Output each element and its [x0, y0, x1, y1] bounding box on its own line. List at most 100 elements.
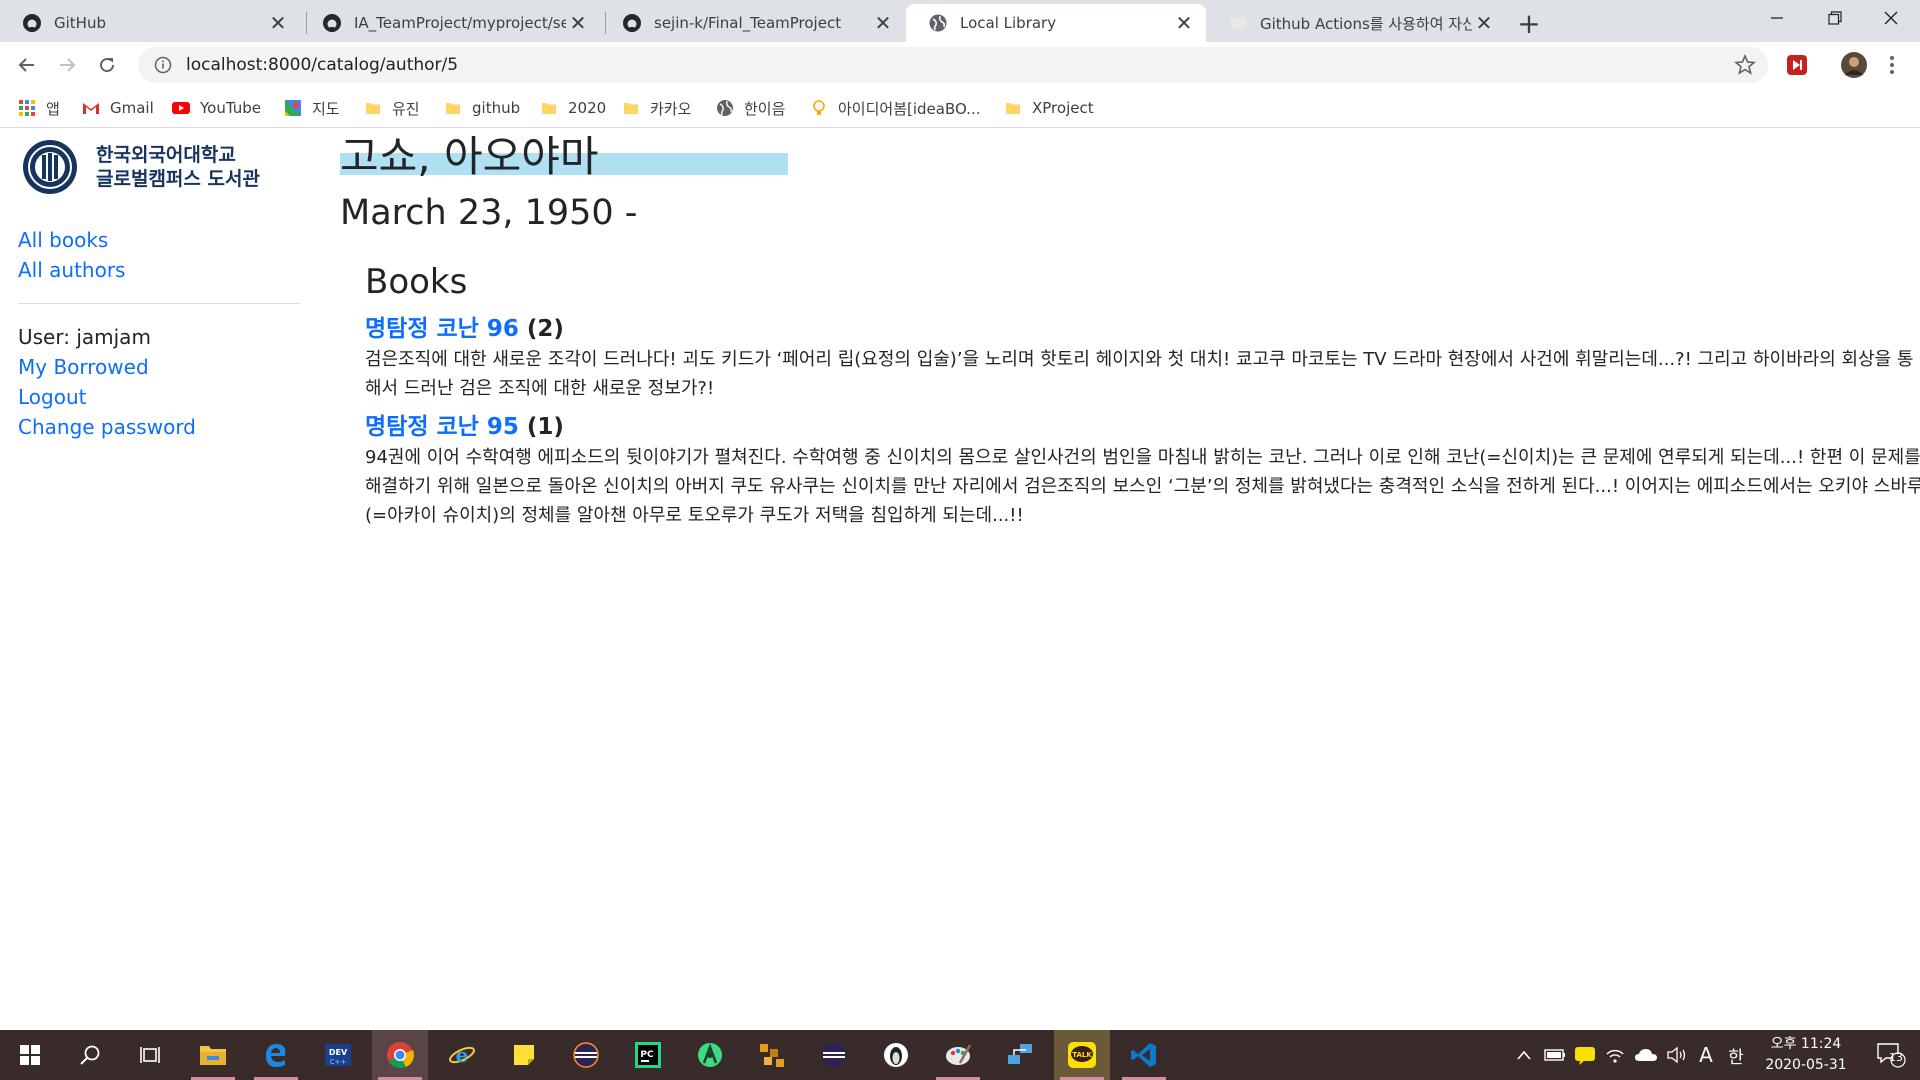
back-button[interactable] [12, 50, 42, 80]
bookmark-folder-2020[interactable]: 2020 [540, 96, 606, 120]
show-hidden-icons-button[interactable] [1510, 1030, 1538, 1080]
taskbar-remote-desktop[interactable] [992, 1030, 1048, 1080]
folder-icon [542, 103, 556, 114]
penguin-icon [884, 1043, 908, 1067]
taskbar-android-studio[interactable] [682, 1030, 738, 1080]
taskbar-clock[interactable]: 오후 11:24 2020-05-31 [1756, 1034, 1856, 1076]
taskbar-file-explorer[interactable] [185, 1030, 241, 1080]
folder-icon [624, 103, 638, 114]
edge-icon [266, 1044, 286, 1067]
globe-icon [928, 13, 948, 33]
taskbar-eclipse[interactable] [558, 1030, 614, 1080]
all-books-link[interactable]: All books [18, 225, 300, 255]
svg-text:C++: C++ [330, 1058, 347, 1066]
taskbar-vscode[interactable] [1116, 1030, 1172, 1080]
tab-ia-teamproject[interactable]: IA_TeamProject/myproject/searc ✕ [300, 4, 600, 42]
logout-link[interactable]: Logout [18, 382, 300, 412]
bookmark-apps[interactable]: 앱 [18, 96, 60, 120]
taskbar-penguin-app[interactable] [868, 1030, 924, 1080]
forward-button[interactable] [52, 50, 82, 80]
bookmark-folder-github[interactable]: github [444, 96, 520, 120]
tab-final-teamproject[interactable]: sejin-k/Final_TeamProject ✕ [600, 4, 905, 42]
bookmark-haneum[interactable]: 한이음 [716, 96, 785, 120]
bookmark-youtube[interactable]: YouTube [172, 96, 261, 120]
book-copy-count: (1) [526, 414, 564, 440]
profile-avatar[interactable] [1840, 51, 1868, 79]
volume-tray[interactable] [1662, 1030, 1692, 1080]
info-icon[interactable] [154, 56, 172, 74]
forward-arrow-icon [60, 58, 76, 72]
book-summary: 94권에 이어 수학여행 에피소드의 뒷이야기가 펼쳐진다. 수학여행 중 신이… [365, 447, 1920, 526]
books-heading: Books [365, 262, 468, 302]
bookmark-folder-xproject[interactable]: XProject [1004, 96, 1094, 120]
tab-github-actions[interactable]: Github Actions를 사용하여 자신 ✕ [1206, 4, 1506, 42]
tab-title: IA_TeamProject/myproject/searc [354, 14, 566, 32]
speaker-icon [1667, 1046, 1686, 1064]
logo-line-2: 글로벌캠퍼스 도서관 [96, 168, 260, 190]
file-explorer-icon [200, 1046, 226, 1065]
close-tab-icon[interactable]: ✕ [566, 11, 590, 35]
taskbar-paint[interactable] [930, 1030, 986, 1080]
task-view-button[interactable] [122, 1030, 178, 1080]
taskbar-edge[interactable] [248, 1030, 304, 1080]
book-title-link[interactable]: 명탐정 코난 96 [365, 316, 519, 342]
bookmark-maps[interactable]: 지도 [284, 96, 340, 120]
page-content: 한국외국어대학교 글로벌캠퍼스 도서관 All books All author… [0, 129, 1920, 1030]
taskbar-sticky-notes[interactable] [496, 1030, 552, 1080]
extension-icon[interactable] [1785, 53, 1809, 77]
close-tab-icon[interactable]: ✕ [1472, 11, 1496, 35]
windows-logo-icon [20, 1045, 40, 1065]
taskbar-pycharm[interactable]: PC [620, 1030, 676, 1080]
change-password-link[interactable]: Change password [18, 412, 300, 442]
maps-icon [285, 100, 301, 116]
all-authors-link[interactable]: All authors [18, 255, 300, 285]
close-tab-icon[interactable]: ✕ [871, 11, 895, 35]
tab-github[interactable]: GitHub ✕ [0, 4, 300, 42]
chevron-up-icon [1517, 1050, 1531, 1060]
bookmark-label: 유진 [392, 99, 420, 118]
ime-language-indicator[interactable]: A [1692, 1030, 1720, 1080]
battery-tray[interactable] [1540, 1030, 1570, 1080]
taskbar-app-boxes[interactable] [744, 1030, 800, 1080]
tab-title: sejin-k/Final_TeamProject [654, 14, 842, 32]
bookmark-folder-yujin[interactable]: 유진 [364, 96, 420, 120]
bookmark-gmail[interactable]: Gmail [82, 96, 154, 120]
books-section: Books 명탐정 코난 96 (2) 검은조직에 대한 새로운 조각이 드러나… [365, 259, 1920, 530]
menu-kebab-icon[interactable] [1882, 53, 1902, 77]
new-tab-button[interactable]: + [1514, 7, 1544, 40]
taskbar-kakaotalk[interactable]: TALK [1054, 1030, 1110, 1080]
minimize-icon[interactable] [1748, 0, 1806, 36]
restore-icon[interactable] [1806, 0, 1864, 36]
action-center-button[interactable]: 13 [1866, 1030, 1916, 1080]
sidebar-divider [18, 303, 300, 304]
taskbar-devcpp[interactable]: DEV C++ [310, 1030, 366, 1080]
book-summary: 검은조직에 대한 새로운 조각이 드러나다! 괴도 키드가 ‘페어리 립(요정의… [365, 349, 1914, 399]
ime-mode-indicator[interactable]: 한 [1722, 1030, 1750, 1080]
bookmark-label: 2020 [568, 99, 607, 117]
cloud-icon [1635, 1049, 1657, 1061]
android-studio-icon [698, 1043, 722, 1067]
taskbar-internet-explorer[interactable]: e [434, 1030, 490, 1080]
bookmark-folder-kakao[interactable]: 카카오 [622, 96, 691, 120]
close-tab-icon[interactable]: ✕ [1172, 11, 1196, 35]
reload-button[interactable] [92, 50, 122, 80]
chat-bubble-icon [1575, 1047, 1595, 1065]
book-title-link[interactable]: 명탐정 코난 95 [365, 414, 519, 440]
my-borrowed-link[interactable]: My Borrowed [18, 352, 300, 382]
wifi-tray[interactable] [1600, 1030, 1630, 1080]
close-tab-icon[interactable]: ✕ [266, 11, 290, 35]
taskbar-chrome[interactable] [372, 1030, 428, 1080]
bookmark-star-icon[interactable] [1734, 54, 1756, 76]
search-button[interactable] [62, 1030, 118, 1080]
kakao-tray[interactable] [1570, 1030, 1600, 1080]
library-logo[interactable]: 한국외국어대학교 글로벌캠퍼스 도서관 [18, 137, 300, 197]
taskbar-eclipse-2[interactable] [806, 1030, 862, 1080]
eclipse-icon [822, 1043, 846, 1067]
address-bar[interactable]: localhost:8000/catalog/author/5 [138, 47, 1768, 83]
bookmark-ideabom[interactable]: 아이디어봄[ideaBO... [810, 96, 981, 120]
onedrive-tray[interactable] [1630, 1030, 1662, 1080]
tab-local-library[interactable]: Local Library ✕ [906, 4, 1206, 42]
start-button[interactable] [2, 1030, 58, 1080]
globe-icon [717, 100, 733, 116]
close-window-icon[interactable] [1862, 0, 1920, 36]
